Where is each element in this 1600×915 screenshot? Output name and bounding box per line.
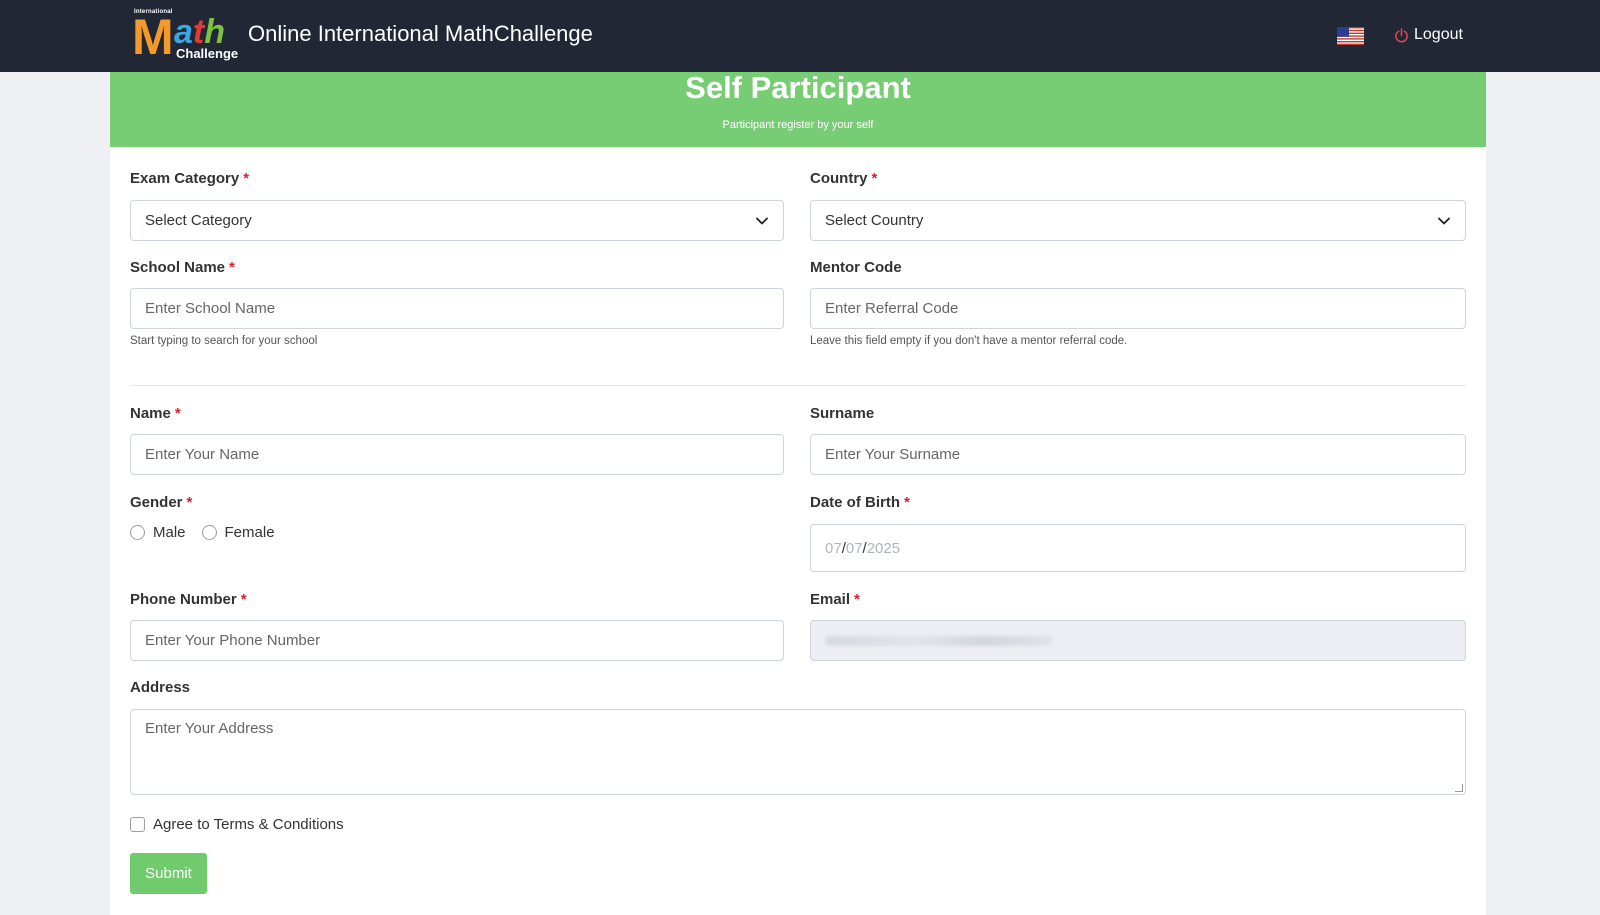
chevron-down-icon bbox=[756, 217, 768, 224]
name-placeholder: Enter Your Name bbox=[145, 446, 260, 463]
terms-label: Agree to Terms & Conditions bbox=[153, 816, 344, 833]
email-label: Email * bbox=[810, 591, 860, 608]
dob-input[interactable]: 07/07/2025 bbox=[810, 524, 1466, 572]
email-input-disabled bbox=[810, 620, 1466, 661]
surname-label: Surname bbox=[810, 405, 875, 422]
dob-year[interactable]: 2025 bbox=[867, 540, 900, 557]
chevron-down-icon bbox=[1438, 217, 1450, 224]
logo-letter-m: M bbox=[132, 9, 174, 65]
terms-checkbox[interactable] bbox=[130, 817, 145, 832]
school-name-placeholder: Enter School Name bbox=[145, 300, 276, 317]
logout-button[interactable]: Logout bbox=[1394, 22, 1463, 48]
phone-label: Phone Number * bbox=[130, 591, 247, 608]
address-textarea[interactable]: Enter Your Address bbox=[130, 709, 1466, 795]
phone-placeholder: Enter Your Phone Number bbox=[145, 632, 321, 649]
gender-female-label: Female bbox=[224, 524, 275, 541]
power-icon bbox=[1395, 27, 1408, 42]
resize-handle-icon[interactable] bbox=[1455, 784, 1463, 792]
address-label: Address bbox=[130, 679, 191, 696]
mentor-code-input[interactable]: Enter Referral Code bbox=[810, 288, 1466, 329]
name-input[interactable]: Enter Your Name bbox=[130, 434, 784, 475]
gender-label: Gender * bbox=[130, 494, 193, 511]
school-name-input[interactable]: Enter School Name bbox=[130, 288, 784, 329]
gender-male-label: Male bbox=[153, 524, 186, 541]
page-title: Self Participant bbox=[685, 70, 911, 105]
us-flag-icon[interactable] bbox=[1337, 27, 1364, 45]
surname-placeholder: Enter Your Surname bbox=[825, 446, 961, 463]
registration-card: Self Participant Participant register by… bbox=[110, 72, 1486, 915]
gender-male-radio[interactable] bbox=[130, 525, 145, 540]
card-header: Self Participant Participant register by… bbox=[110, 72, 1486, 147]
address-placeholder: Enter Your Address bbox=[145, 720, 274, 737]
page-subtitle: Participant register by your self bbox=[722, 119, 874, 131]
gender-radio-group: Male Female bbox=[130, 524, 291, 541]
dob-month[interactable]: 07 bbox=[825, 540, 842, 557]
gender-female-option[interactable]: Female bbox=[201, 524, 275, 541]
gender-female-radio[interactable] bbox=[201, 525, 217, 540]
site-title: Online International MathChallenge bbox=[248, 21, 593, 46]
submit-button[interactable]: Submit bbox=[130, 853, 207, 894]
school-name-label: School Name * bbox=[130, 259, 235, 276]
surname-input[interactable]: Enter Your Surname bbox=[810, 434, 1466, 475]
mentor-code-placeholder: Enter Referral Code bbox=[825, 300, 959, 317]
exam-category-label: Exam Category * bbox=[130, 170, 250, 187]
math-challenge-logo[interactable]: International M ath Challenge bbox=[132, 9, 238, 65]
school-name-help: Start typing to search for your school bbox=[130, 335, 318, 347]
exam-category-select[interactable]: Select Category bbox=[130, 200, 784, 241]
name-label: Name * bbox=[130, 405, 181, 422]
dob-day[interactable]: 07 bbox=[846, 540, 863, 557]
logo-bottom-text: Challenge bbox=[176, 46, 239, 61]
terms-checkbox-row[interactable]: Agree to Terms & Conditions bbox=[130, 816, 344, 833]
section-divider bbox=[130, 385, 1466, 386]
dob-label: Date of Birth * bbox=[810, 494, 910, 511]
mentor-code-help: Leave this field empty if you don't have… bbox=[810, 335, 1128, 347]
exam-category-value: Select Category bbox=[145, 212, 252, 229]
top-navbar: International M ath Challenge Online Int… bbox=[0, 0, 1600, 72]
country-select[interactable]: Select Country bbox=[810, 200, 1466, 241]
country-value: Select Country bbox=[825, 212, 924, 229]
logout-label: Logout bbox=[1414, 26, 1463, 43]
gender-male-option[interactable]: Male bbox=[130, 524, 186, 541]
phone-input[interactable]: Enter Your Phone Number bbox=[130, 620, 784, 661]
email-value-redacted bbox=[825, 635, 1053, 646]
mentor-code-label: Mentor Code bbox=[810, 259, 902, 276]
logo-letters: ath bbox=[174, 13, 226, 51]
country-label: Country * bbox=[810, 170, 878, 187]
